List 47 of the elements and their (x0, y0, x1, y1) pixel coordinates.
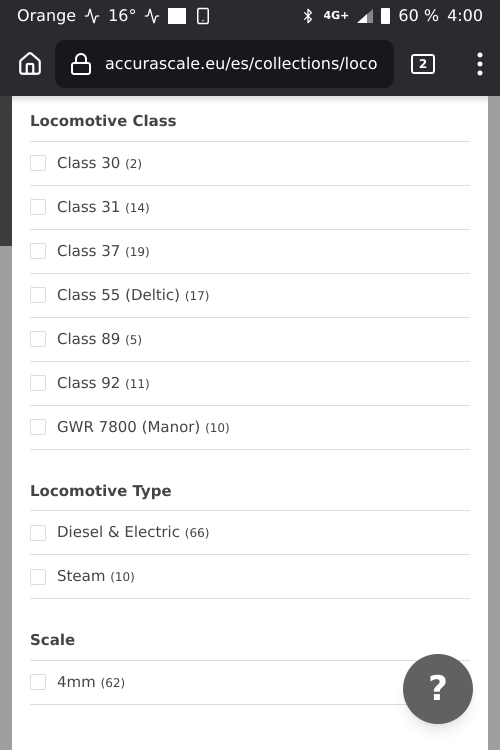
filter-option[interactable]: Class 92 (11) (30, 372, 150, 394)
filter-heading: Locomotive Class (30, 110, 470, 142)
tab-count-button[interactable]: 2 (411, 54, 435, 74)
option-label: Steam (10) (57, 566, 135, 588)
checkbox[interactable] (30, 331, 46, 347)
filter-option[interactable]: Class 37 (19) (30, 240, 150, 262)
checkbox[interactable] (30, 243, 46, 259)
option-label: Class 31 (14) (57, 196, 150, 218)
carrier-name: Orange (17, 5, 76, 27)
pulse-icon (144, 8, 160, 24)
option-label: Diesel & Electric (66) (57, 522, 210, 544)
filter-option[interactable]: Class 55 (Deltic) (17) (30, 284, 210, 306)
option-label: Class 89 (5) (57, 328, 142, 350)
option-label: Class 92 (11) (57, 372, 150, 394)
home-icon[interactable] (17, 51, 43, 77)
url-text: accurascale.eu/es/collections/loco (105, 53, 378, 75)
checkbox[interactable] (30, 568, 46, 584)
filter-heading: Locomotive Type (30, 480, 470, 511)
checkbox[interactable] (30, 199, 46, 215)
checkbox[interactable] (30, 287, 46, 303)
filter-option[interactable]: 4mm (62) (30, 670, 126, 694)
checkbox[interactable] (30, 674, 46, 690)
filter-option[interactable]: GWR 7800 (Manor) (10) (30, 416, 230, 438)
signal-icon (357, 9, 374, 23)
option-label: Class 30 (2) (57, 152, 142, 174)
battery-level: 60 % (398, 5, 440, 27)
checkbox[interactable] (30, 524, 46, 540)
address-bar[interactable]: accurascale.eu/es/collections/loco (55, 40, 394, 88)
filter-option[interactable]: Class 89 (5) (30, 328, 142, 350)
filter-option[interactable]: Class 30 (2) (30, 152, 142, 174)
filter-option[interactable]: Diesel & Electric (66) (30, 521, 210, 544)
temperature: 16° (108, 5, 136, 27)
lock-icon (69, 52, 93, 76)
checkbox[interactable] (30, 155, 46, 171)
network-type: 4G+ (324, 8, 350, 24)
option-label: GWR 7800 (Manor) (10) (57, 416, 230, 438)
option-label: Class 55 (Deltic) (17) (57, 284, 210, 306)
menu-icon[interactable] (477, 52, 483, 76)
option-label: 4mm (62) (57, 672, 126, 693)
checkbox[interactable] (30, 375, 46, 391)
window-icon (168, 8, 186, 24)
checkbox[interactable] (30, 419, 46, 435)
clock: 4:00 (447, 5, 483, 27)
filter-option[interactable]: Class 31 (14) (30, 196, 150, 218)
option-label: Class 37 (19) (57, 240, 150, 262)
battery-icon (381, 8, 390, 24)
filter-option[interactable]: Steam (10) (30, 565, 135, 588)
